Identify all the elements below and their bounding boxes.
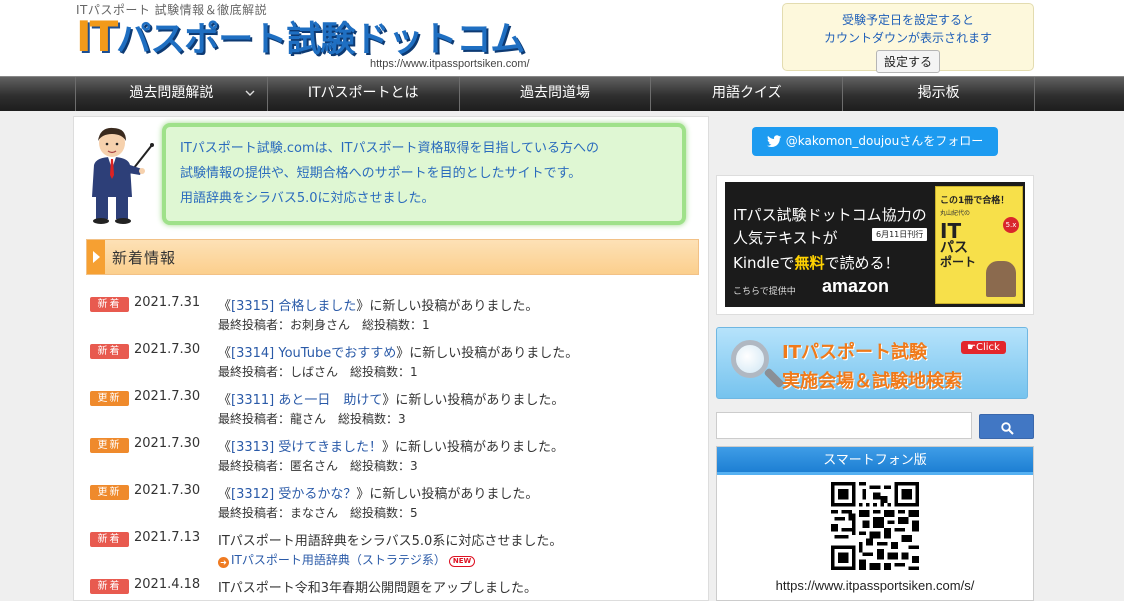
news-item: 更新 2021.7.30 《[3311] あと一日 助けて》に新しい投稿がありま… <box>90 389 700 438</box>
arrow-right-icon <box>93 251 100 263</box>
nav-item-practice-dojo[interactable]: 過去問道場 <box>458 77 651 112</box>
news-link[interactable]: [3315] 合格しました <box>231 299 356 314</box>
main-nav: 過去問題解説 ITパスポートとは 過去問道場 用語クイズ 掲示板 <box>0 76 1124 112</box>
news-item: 更新 2021.7.30 《[3312] 受かるかな？》に新しい投稿がありました… <box>90 483 700 532</box>
news-badge: 新着 <box>90 344 129 359</box>
news-badge: 新着 <box>90 532 129 547</box>
news-text: ITパスポート令和3年春期公開問題をアップしました。 <box>218 581 538 596</box>
site-logo[interactable]: IT パスポート試験ドットコム <box>76 12 525 61</box>
book-cover-image: この1冊で合格！ 丸山紀代の IT パス ポート 5.x <box>935 186 1023 304</box>
nav-item-term-quiz[interactable]: 用語クイズ <box>650 77 842 112</box>
nav-item-about-it-passport[interactable]: ITパスポートとは <box>266 77 459 112</box>
news-badge: 新着 <box>90 297 129 312</box>
main-content: ITパスポート試験.comは、ITパスポート資格取得を目指している方への 試験情… <box>73 116 709 601</box>
search-input[interactable] <box>716 412 972 439</box>
news-date: 2021.7.30 <box>134 342 201 357</box>
exam-venue-search-banner[interactable]: ITパスポート試験 実施会場＆試験地検索 ☛Click <box>716 327 1028 399</box>
book-ad-banner[interactable]: ITパス試験ドットコム協力の 人気テキストが 6月11日刊行 Kindleで無料… <box>716 175 1034 315</box>
countdown-box: 受験予定日を設定すると カウントダウンが表示されます 設定する <box>782 3 1034 73</box>
news-link[interactable]: [3313] 受けてきました！ <box>231 440 382 455</box>
news-date: 2021.7.30 <box>134 389 201 404</box>
news-sub-info: 最終投稿者：まなさん 総投稿数：5 <box>218 506 418 520</box>
countdown-message: 受験予定日を設定すると カウントダウンが表示されます <box>823 13 992 45</box>
news-badge: 更新 <box>90 391 129 406</box>
news-date: 2021.4.18 <box>134 577 201 592</box>
news-link[interactable]: [3312] 受かるかな？ <box>231 487 356 502</box>
set-exam-date-button[interactable]: 設定する <box>875 50 940 73</box>
news-item: 新着 2021.7.31 《[3315] 合格しました》に新しい投稿がありました… <box>90 295 700 344</box>
logo-url: https://www.itpassportsiken.com/ <box>370 58 530 70</box>
news-date: 2021.7.30 <box>134 436 201 451</box>
twitter-follow-button[interactable]: @kakomon_doujouさんをフォロー <box>752 127 998 156</box>
author-photo <box>986 261 1016 297</box>
intro-line: 用語辞典をシラバス5.0に対応させました。 <box>180 191 435 206</box>
search-button[interactable] <box>979 414 1034 439</box>
news-badge: 更新 <box>90 438 129 453</box>
nav-item-bulletin-board[interactable]: 掲示板 <box>842 77 1035 112</box>
search-icon <box>1001 420 1014 439</box>
news-item: 更新 2021.7.30 《[3313] 受けてきました！》に新しい投稿がありま… <box>90 436 700 485</box>
news-link[interactable]: [3311] あと一日 助けて <box>231 393 382 408</box>
news-date: 2021.7.31 <box>134 295 201 310</box>
click-badge: ☛Click <box>961 341 1006 354</box>
nav-item-past-questions[interactable]: 過去問題解説 <box>75 77 267 112</box>
logo-title-text: パスポート試験ドットコム <box>116 20 525 60</box>
intro-box: ITパスポート試験.comは、ITパスポート資格取得を目指している方への 試験情… <box>162 123 686 225</box>
teacher-illustration-icon <box>86 125 158 225</box>
news-sub-info: 最終投稿者：匿名さん 総投稿数：3 <box>218 459 418 473</box>
smartphone-version-box: スマートフォン版 https://www.itpassportsiken.com… <box>716 446 1034 601</box>
publish-date-badge: 6月11日刊行 <box>872 228 928 241</box>
news-date: 2021.7.30 <box>134 483 201 498</box>
news-section-header: 新着情報 <box>86 239 699 275</box>
smartphone-url: https://www.itpassportsiken.com/s/ <box>775 578 975 593</box>
news-item: 新着 2021.4.18 ITパスポート令和3年春期公開問題をアップしました。 <box>90 577 700 601</box>
news-text: ITパスポート用語辞典をシラバス5.0系に対応させました。 <box>218 534 563 549</box>
site-header: ITパスポート 試験情報＆徹底解説 IT パスポート試験ドットコム https:… <box>0 0 1124 76</box>
qr-code-icon <box>831 482 919 570</box>
intro-line: 試験情報の提供や、短期合格へのサポートを目的としたサイトです。 <box>180 166 582 181</box>
news-item: 新着 2021.7.30 《[3314] YouTubeでおすすめ》に新しい投稿… <box>90 342 700 391</box>
amazon-logo: amazon <box>822 276 890 296</box>
arrow-circle-icon: ➜ <box>218 557 229 568</box>
intro-line: ITパスポート試験.comは、ITパスポート資格取得を目指している方への <box>180 141 600 156</box>
news-badge: 新着 <box>90 579 129 594</box>
twitter-bird-icon <box>766 130 782 159</box>
news-badge: 更新 <box>90 485 129 500</box>
news-sub-info: 最終投稿者：しばさん 総投稿数：1 <box>218 365 418 379</box>
new-badge: NEW <box>448 556 476 567</box>
news-sub-info: 最終投稿者：龍さん 総投稿数：3 <box>218 412 406 426</box>
news-item: 新着 2021.7.13 ITパスポート用語辞典をシラバス5.0系に対応させまし… <box>90 530 700 579</box>
glossary-strategy-link[interactable]: ITパスポート用語辞典（ストラテジ系） <box>231 553 446 567</box>
news-title: 新着情報 <box>112 249 177 267</box>
news-sub-info: 最終投稿者：お刺身さん 総投稿数：1 <box>218 318 430 332</box>
news-date: 2021.7.13 <box>134 530 201 545</box>
smartphone-version-title: スマートフォン版 <box>717 447 1033 475</box>
logo-it-text: IT <box>76 12 118 61</box>
news-link[interactable]: [3314] YouTubeでおすすめ <box>231 346 396 361</box>
